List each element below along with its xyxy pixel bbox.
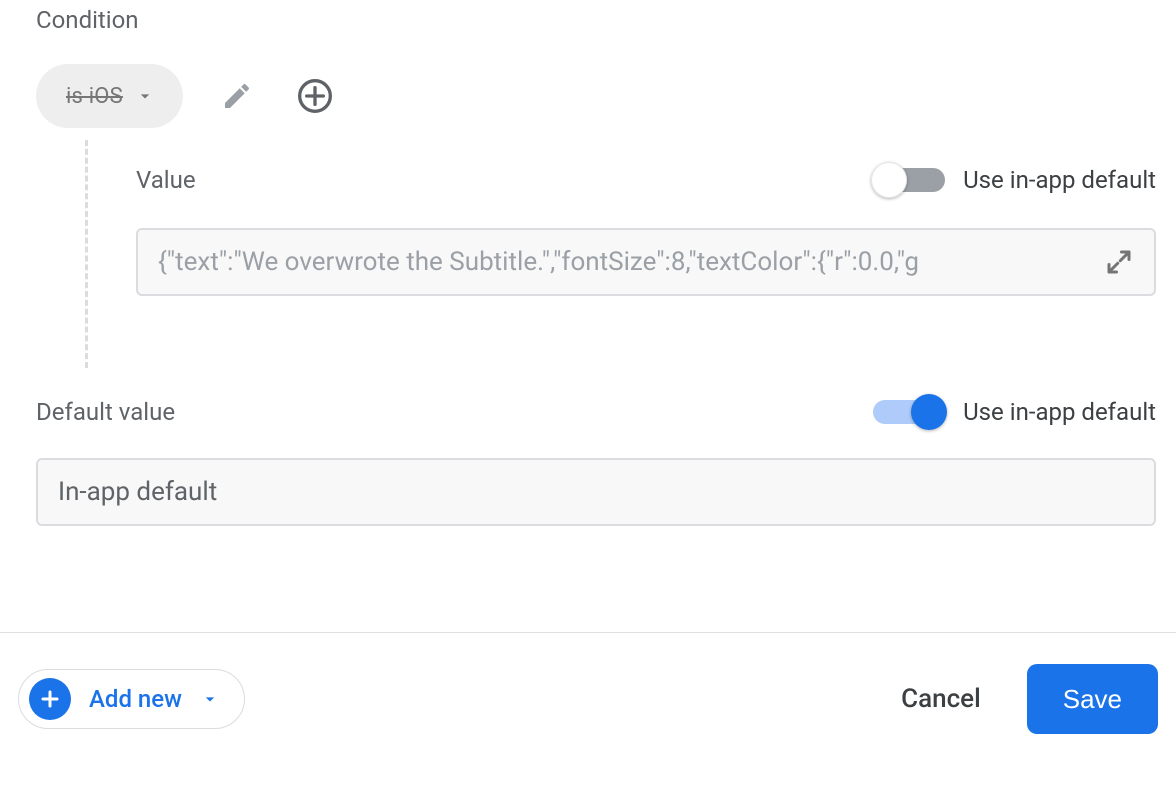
expand-value-button[interactable] <box>1104 247 1134 277</box>
default-value-input[interactable]: In-app default <box>36 458 1156 526</box>
footer-bar: Add new Cancel Save <box>18 664 1158 734</box>
plus-icon-circle <box>29 678 71 720</box>
default-header-row: Default value Use in-app default <box>36 398 1156 426</box>
footer-separator <box>0 632 1176 633</box>
default-value-label: Default value <box>36 398 175 426</box>
condition-chip[interactable]: is iOS <box>36 64 183 128</box>
value-input-text: {"text":"We overwrote the Subtitle.","fo… <box>158 247 1090 277</box>
value-use-default-label: Use in-app default <box>963 166 1156 194</box>
default-use-default-toggle[interactable] <box>873 400 945 424</box>
add-condition-button[interactable] <box>291 72 339 120</box>
default-value-text: In-app default <box>58 477 217 507</box>
edit-condition-button[interactable] <box>213 72 261 120</box>
expand-icon <box>1104 247 1134 277</box>
plus-circle-icon <box>295 76 335 116</box>
save-button[interactable]: Save <box>1027 664 1158 734</box>
add-new-button[interactable]: Add new <box>18 669 245 729</box>
add-new-label: Add new <box>89 685 182 713</box>
condition-row: is iOS <box>36 64 339 128</box>
plus-icon <box>38 687 62 711</box>
value-use-default-toggle[interactable] <box>873 168 945 192</box>
condition-guide-line <box>85 140 88 368</box>
value-label: Value <box>136 166 196 194</box>
condition-section-label: Condition <box>36 6 139 34</box>
condition-chip-label: is iOS <box>66 84 123 109</box>
cancel-button[interactable]: Cancel <box>901 684 981 714</box>
pencil-icon <box>221 80 253 112</box>
chevron-down-icon <box>200 689 220 709</box>
value-header-row: Value Use in-app default <box>136 166 1156 194</box>
value-input[interactable]: {"text":"We overwrote the Subtitle.","fo… <box>136 228 1156 296</box>
default-use-default-label: Use in-app default <box>963 398 1156 426</box>
chevron-down-icon <box>135 86 155 106</box>
